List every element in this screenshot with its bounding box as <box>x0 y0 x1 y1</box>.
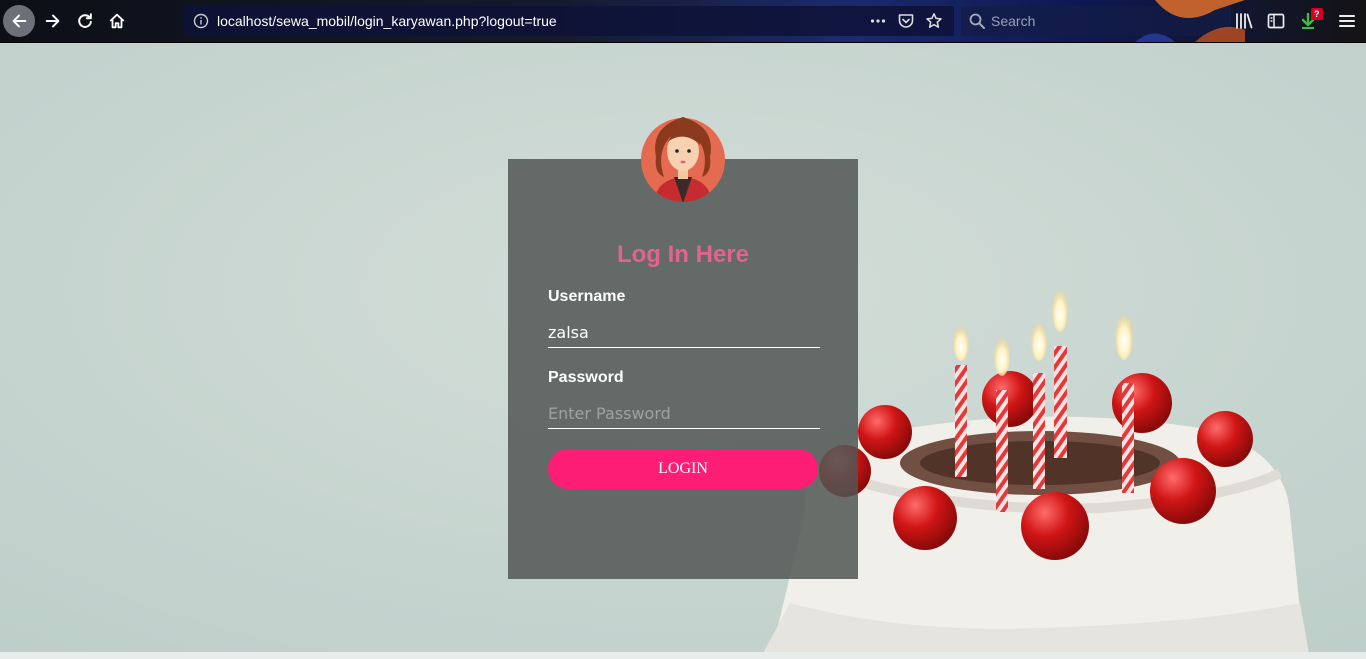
forward-arrow-icon <box>45 14 60 28</box>
back-arrow-icon <box>12 14 27 28</box>
firefox-theme-decoration <box>1135 0 1245 42</box>
browser-toolbar: localhost/sewa_mobil/login_karyawan.php?… <box>0 0 1366 43</box>
pocket-icon[interactable] <box>897 12 915 30</box>
home-button[interactable] <box>101 5 133 37</box>
avatar-woman-icon <box>641 117 725 202</box>
password-label: Password <box>548 369 624 386</box>
forward-button[interactable] <box>37 5 69 37</box>
reload-icon <box>78 13 92 28</box>
username-input[interactable] <box>548 317 820 348</box>
username-label: Username <box>548 288 626 305</box>
reload-button[interactable] <box>69 5 101 37</box>
login-button[interactable]: LOGIN <box>548 449 818 489</box>
search-icon <box>969 13 985 29</box>
login-panel: Log In Here Username Password LOGIN <box>508 159 858 579</box>
info-icon[interactable] <box>193 13 209 29</box>
page-content: Log In Here Username Password LOGIN <box>0 43 1366 659</box>
library-icon[interactable] <box>1234 11 1254 31</box>
url-bar[interactable]: localhost/sewa_mobil/login_karyawan.php?… <box>184 6 954 36</box>
url-text[interactable]: localhost/sewa_mobil/login_karyawan.php?… <box>217 13 557 29</box>
extension-icon[interactable]: ? <box>1298 8 1323 31</box>
password-input[interactable] <box>548 398 820 429</box>
more-icon[interactable] <box>869 12 887 30</box>
extension-badge: ? <box>1311 8 1323 20</box>
sidebar-icon[interactable] <box>1266 11 1286 31</box>
home-icon <box>109 13 125 29</box>
menu-icon[interactable] <box>1337 11 1357 31</box>
back-button[interactable] <box>3 5 35 37</box>
login-title: Log In Here <box>616 241 749 268</box>
page-bottom-strip <box>0 652 1366 659</box>
star-icon[interactable] <box>925 12 943 30</box>
